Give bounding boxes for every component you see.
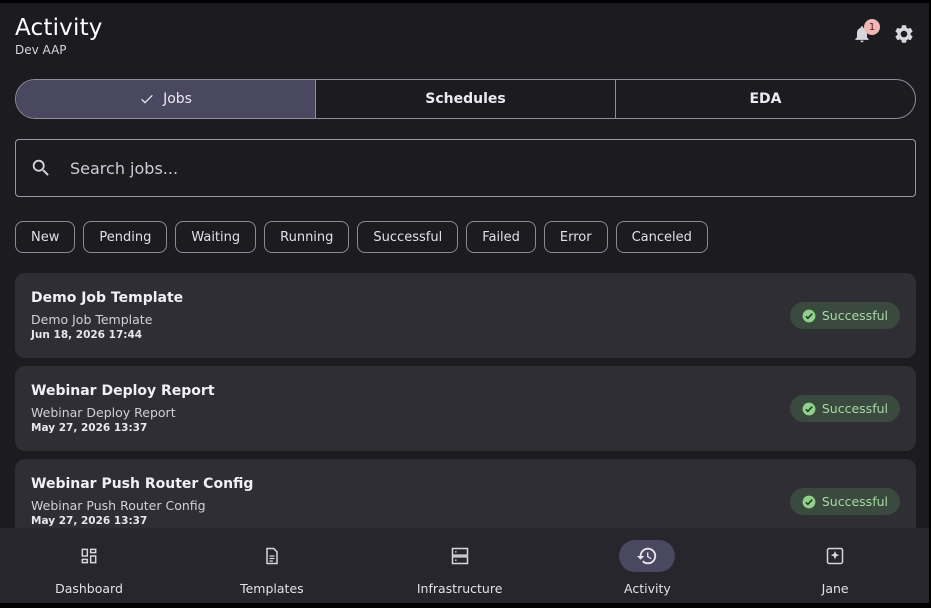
job-title: Demo Job Template	[31, 290, 184, 306]
dashboard-icon	[61, 540, 117, 572]
nav-templates-label: Templates	[240, 581, 304, 596]
job-template-name: Demo Job Template	[31, 312, 153, 327]
job-template-name: Webinar Deploy Report	[31, 405, 176, 420]
status-label: Successful	[821, 308, 888, 323]
search-field[interactable]: Search jobs...	[15, 139, 916, 197]
page-title: Activity	[15, 15, 103, 41]
status-filters: New Pending Waiting Running Successful F…	[15, 221, 708, 253]
filter-chip-waiting[interactable]: Waiting	[175, 221, 257, 253]
nav-infrastructure-label: Infrastructure	[416, 581, 503, 596]
job-list: Demo Job Template Demo Job Template Jun …	[15, 273, 916, 528]
check-circle-icon	[802, 495, 816, 508]
job-card[interactable]: Webinar Deploy Report Webinar Deploy Rep…	[15, 366, 916, 451]
check-circle-icon	[802, 402, 816, 415]
filter-chip-pending[interactable]: Pending	[83, 221, 168, 253]
tab-jobs-label: Jobs	[163, 91, 192, 107]
status-badge: Successful	[789, 302, 900, 329]
filter-chip-successful[interactable]: Successful	[357, 221, 459, 253]
document-icon	[244, 540, 300, 572]
settings-button[interactable]	[893, 23, 915, 45]
filter-chip-new[interactable]: New	[15, 221, 76, 253]
check-circle-icon	[802, 309, 816, 322]
status-label: Successful	[821, 494, 888, 509]
job-date: May 27, 2026 13:37	[31, 422, 148, 434]
activity-tabs: Jobs Schedules EDA	[15, 79, 916, 119]
header-actions: 1	[851, 19, 915, 45]
tab-eda-label: EDA	[749, 91, 782, 107]
notification-badge: 1	[864, 19, 880, 35]
account-box-icon	[807, 540, 863, 572]
filter-chip-failed[interactable]: Failed	[466, 221, 536, 253]
notifications-button[interactable]: 1	[851, 19, 880, 45]
status-badge: Successful	[789, 395, 900, 422]
history-icon	[619, 540, 676, 572]
server-icon	[432, 540, 488, 572]
tab-eda[interactable]: EDA	[616, 80, 915, 118]
gear-icon	[895, 25, 913, 43]
filter-chip-error[interactable]: Error	[543, 221, 608, 253]
nav-infrastructure[interactable]: Infrastructure	[366, 528, 554, 603]
nav-account-label: Jane	[821, 581, 849, 596]
job-date: Jun 18, 2026 17:44	[31, 329, 143, 341]
nav-templates[interactable]: Templates	[178, 528, 366, 603]
filter-chip-running[interactable]: Running	[264, 221, 350, 253]
status-badge: Successful	[789, 488, 900, 515]
nav-dashboard[interactable]: Dashboard	[0, 528, 178, 603]
tab-schedules[interactable]: Schedules	[316, 80, 616, 118]
job-title: Webinar Deploy Report	[31, 383, 215, 399]
job-card[interactable]: Webinar Push Router Config Webinar Push …	[15, 459, 916, 528]
environment-name: Dev AAP	[15, 43, 67, 57]
job-card[interactable]: Demo Job Template Demo Job Template Jun …	[15, 273, 916, 358]
bottom-navigation: Dashboard Templates Infrastructure Activ…	[0, 528, 929, 603]
check-icon	[141, 94, 153, 104]
nav-activity[interactable]: Activity	[554, 528, 742, 603]
app-window: Activity Dev AAP 1 Jobs Schedules EDA Se…	[0, 3, 929, 603]
filter-chip-canceled[interactable]: Canceled	[615, 221, 708, 253]
job-date: May 27, 2026 13:37	[31, 515, 148, 527]
job-template-name: Webinar Push Router Config	[31, 498, 206, 513]
nav-activity-label: Activity	[624, 581, 671, 596]
tab-jobs[interactable]: Jobs	[16, 80, 316, 118]
header: Activity Dev AAP	[15, 15, 103, 57]
nav-account[interactable]: Jane	[741, 528, 929, 603]
status-label: Successful	[821, 401, 888, 416]
job-title: Webinar Push Router Config	[31, 476, 254, 492]
search-icon	[32, 159, 49, 176]
nav-dashboard-label: Dashboard	[55, 581, 123, 596]
search-input[interactable]: Search jobs...	[70, 159, 178, 178]
tab-schedules-label: Schedules	[425, 91, 506, 107]
